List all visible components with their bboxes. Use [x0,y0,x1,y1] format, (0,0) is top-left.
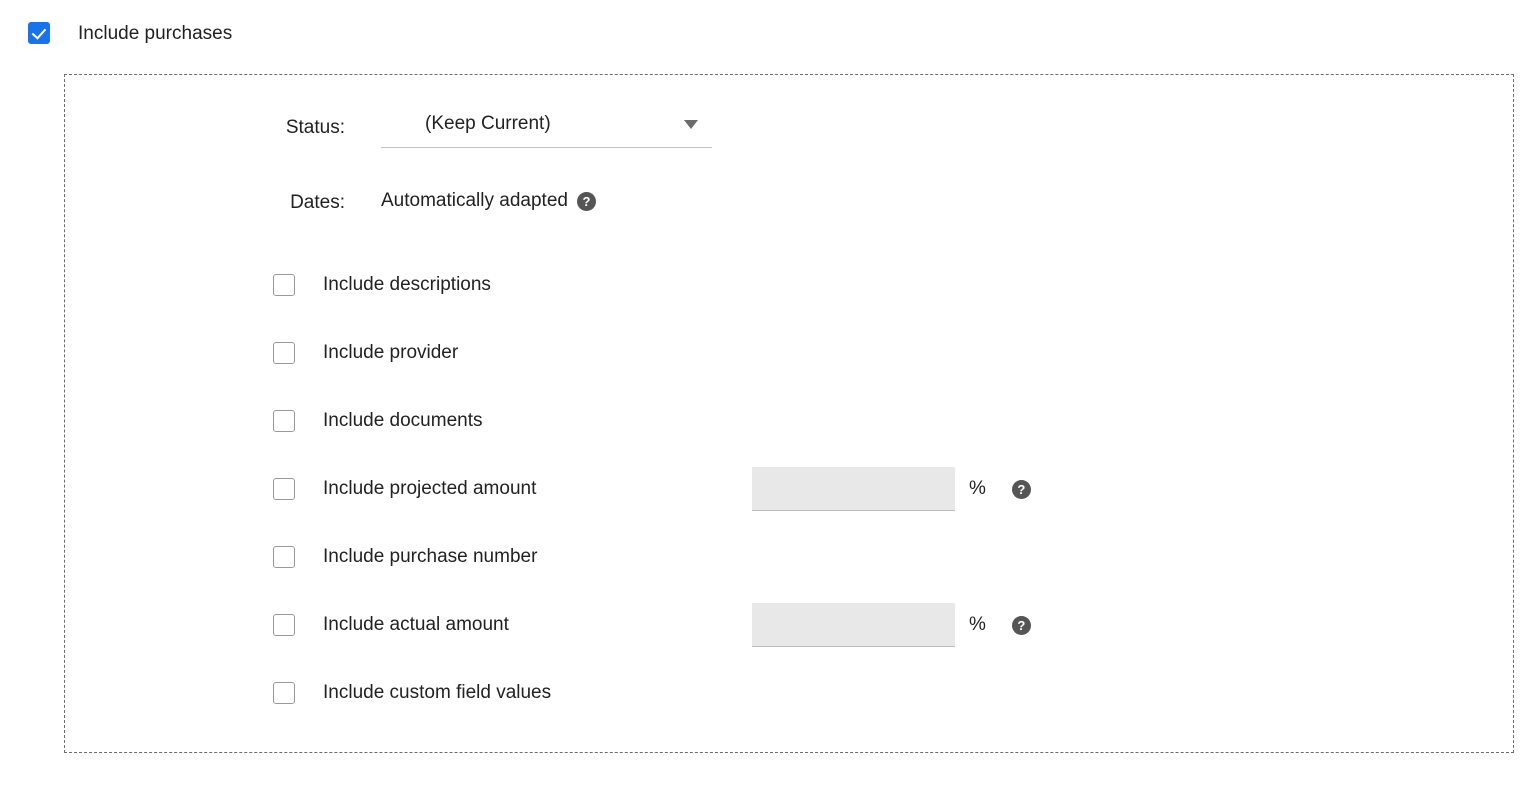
include-custom-field-values-checkbox[interactable] [273,682,295,704]
option-row-include-provider[interactable]: Include provider [273,319,1453,387]
dates-label: Dates: [290,192,345,213]
status-select[interactable]: (Keep Current) [381,113,712,148]
dates-value: Automatically adapted [381,190,568,211]
option-row-include-actual-amount[interactable]: Include actual amount % ? [273,591,1453,659]
include-purchases-row[interactable]: Include purchases [28,22,232,44]
include-descriptions-checkbox[interactable] [273,274,295,296]
dates-value-group: Automatically adapted ? [381,190,596,212]
projected-amount-percent-input[interactable] [752,467,955,511]
projected-amount-extra: % ? [752,467,1031,511]
actual-amount-extra: % ? [752,603,1031,647]
include-projected-amount-label: Include projected amount [323,478,537,499]
chevron-down-icon [684,119,698,129]
include-provider-label: Include provider [323,342,459,363]
include-purchases-checkbox[interactable] [28,22,50,44]
status-field-row: Status: (Keep Current) [225,113,712,148]
include-provider-checkbox[interactable] [273,342,295,364]
help-circle-icon[interactable]: ? [1011,615,1031,635]
projected-amount-percent-sign: % [969,478,986,499]
include-documents-checkbox[interactable] [273,410,295,432]
option-row-include-documents[interactable]: Include documents [273,387,1453,455]
option-row-include-projected-amount[interactable]: Include projected amount % ? [273,455,1453,523]
dates-field-row: Dates: Automatically adapted ? [225,188,596,214]
option-row-include-descriptions[interactable]: Include descriptions [273,251,1453,319]
status-label: Status: [285,117,345,138]
help-circle-icon[interactable]: ? [1011,479,1031,499]
include-actual-amount-checkbox[interactable] [273,614,295,636]
include-purchases-label: Include purchases [78,22,233,44]
include-descriptions-label: Include descriptions [323,274,491,295]
actual-amount-percent-input[interactable] [752,603,955,647]
status-select-value: (Keep Current) [425,113,551,134]
include-purchase-number-checkbox[interactable] [273,546,295,568]
actual-amount-percent-sign: % [969,614,986,635]
help-circle-icon[interactable]: ? [576,191,596,211]
include-projected-amount-checkbox[interactable] [273,478,295,500]
option-row-include-custom-field-values[interactable]: Include custom field values [273,659,1453,727]
include-actual-amount-label: Include actual amount [323,614,509,635]
option-row-include-purchase-number[interactable]: Include purchase number [273,523,1453,591]
include-documents-label: Include documents [323,410,483,431]
purchase-options-list: Include descriptions Include provider In… [273,251,1453,727]
purchases-options-panel: Status: (Keep Current) Dates: Automatica… [64,74,1514,753]
include-purchase-number-label: Include purchase number [323,546,538,567]
include-custom-field-values-label: Include custom field values [323,682,552,703]
